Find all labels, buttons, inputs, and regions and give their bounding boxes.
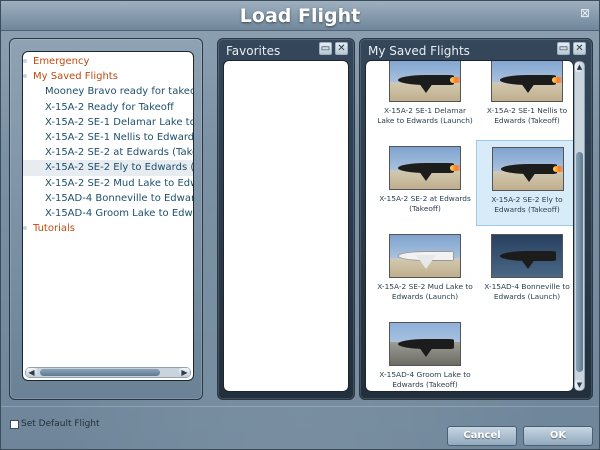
load-flight-dialog: Load Flight ⊠ Emergency My Saved Flights M… xyxy=(0,0,600,450)
flight-thumbnail-label: X-15A-2 SE-2 Ely to Edwards (Takeoff) xyxy=(491,195,563,214)
bullet-icon xyxy=(23,74,27,79)
tree-item[interactable]: X-15AD-4 Bonneville to Edwards (Launc xyxy=(23,191,194,206)
flight-thumbnail-label: X-15A-2 SE-2 at Edwards (Takeoff) xyxy=(379,194,471,213)
tree-category[interactable]: Emergency xyxy=(23,54,193,69)
favorites-panel: Favorites ▭ ✕ xyxy=(217,38,355,400)
tree-item-label: X-15A-2 SE-2 Mud Lake to Edwards (Lau xyxy=(45,177,193,189)
scroll-right-icon[interactable]: ▶ xyxy=(179,368,190,377)
saved-restore-icon[interactable]: ▭ xyxy=(557,42,570,55)
close-icon[interactable]: ⊠ xyxy=(579,7,591,19)
tree-item-label: X-15A-2 SE-1 Delamar Lake to Edwards xyxy=(45,116,193,128)
tree-category[interactable]: My Saved Flights xyxy=(23,69,193,84)
tree-item-label: X-15A-2 SE-2 at Edwards (Takeoff) xyxy=(45,147,193,159)
tree-item-label: Emergency xyxy=(33,56,90,67)
saved-close-icon[interactable]: ✕ xyxy=(573,42,586,55)
tree-item-label: X-15A-2 SE-1 Nellis to Edwards (Takeo xyxy=(45,131,194,143)
flight-thumbnail[interactable]: X-15AD-4 Bonneville to Edwards (Launch) xyxy=(476,228,573,314)
tree-item-label: Tutorials xyxy=(33,223,75,235)
saved-flights-header: My Saved Flights xyxy=(368,44,470,58)
tree-item-label: X-15AD-4 Bonneville to Edwards (Launc xyxy=(45,192,194,204)
tree-item-label: X-15A-2 Ready for Takeoff xyxy=(45,101,174,113)
tree-item[interactable]: X-15A-2 SE-2 Mud Lake to Edwards (Lau xyxy=(23,176,193,191)
favorites-list xyxy=(223,60,349,392)
aircraft-image-icon xyxy=(491,234,563,278)
flight-thumbnail-label: X-15A-2 SE-1 Nellis to Edwards (Takeoff) xyxy=(486,106,568,125)
aircraft-image-icon xyxy=(492,147,564,191)
favorites-restore-icon[interactable]: ▭ xyxy=(319,42,332,55)
scroll-up-icon[interactable]: ▲ xyxy=(575,62,584,72)
tree-list: Emergency My Saved Flights Mooney Bravo re… xyxy=(23,54,194,236)
tree-item[interactable]: X-15AD-4 Groom Lake to Edwards (Take xyxy=(23,206,193,221)
tree-item[interactable]: X-15A-2 SE-1 Delamar Lake to Edwards xyxy=(23,115,193,130)
title-bar: Load Flight ⊠ xyxy=(1,1,599,31)
ok-button[interactable]: OK xyxy=(523,426,593,446)
flight-thumbnail-label: X-15A-2 SE-1 Delamar Lake to Edwards (La… xyxy=(377,106,473,125)
flight-thumbnail[interactable]: X-15A-2 SE-1 Nellis to Edwards (Takeoff) xyxy=(476,61,573,138)
flight-thumbnail-label: X-15A-2 SE-2 Mud Lake to Edwards (Launch… xyxy=(377,282,473,301)
flight-thumbnail[interactable]: X-15A-2 SE-2 Mud Lake to Edwards (Launch… xyxy=(374,228,476,314)
tree-item[interactable]: X-15A-2 Ready for Takeoff xyxy=(23,100,193,115)
cancel-button[interactable]: Cancel xyxy=(447,426,517,446)
default-flight-label: Set Default Flight xyxy=(21,419,100,429)
scroll-thumb[interactable] xyxy=(40,369,160,376)
vertical-scrollbar[interactable]: ▲ ▼ xyxy=(574,61,585,391)
flight-category-panel: Emergency My Saved Flights Mooney Bravo re… xyxy=(9,38,203,400)
aircraft-image-icon xyxy=(389,61,461,102)
tree-item-label: Mooney Bravo ready for takeoff xyxy=(45,86,194,98)
tree-item[interactable]: X-15A-2 SE-1 Nellis to Edwards (Takeo xyxy=(23,130,194,145)
bullet-icon xyxy=(23,226,27,231)
aircraft-image-icon xyxy=(389,322,461,366)
aircraft-image-icon xyxy=(389,146,461,190)
horizontal-scrollbar[interactable]: ◀ ▶ xyxy=(25,367,191,378)
scroll-thumb[interactable] xyxy=(576,152,583,372)
divider xyxy=(1,406,599,407)
flight-tree: Emergency My Saved Flights Mooney Bravo re… xyxy=(22,51,194,381)
bullet-icon xyxy=(23,59,27,63)
tree-item-label: My Saved Flights xyxy=(33,71,118,83)
tree-item[interactable]: X-15A-2 SE-2 Ely to Edwards (Takeoff) xyxy=(23,160,194,176)
flight-thumbnail[interactable]: X-15A-2 SE-1 Delamar Lake to Edwards (La… xyxy=(374,61,476,138)
flight-thumbnail[interactable]: X-15A-2 SE-2 Ely to Edwards (Takeoff) xyxy=(476,140,573,226)
dialog-title: Load Flight xyxy=(239,5,361,27)
saved-flights-grid: X-15A-2 SE-1 Delamar Lake to Edwards (La… xyxy=(365,60,574,392)
aircraft-image-icon xyxy=(491,61,563,102)
scroll-left-icon[interactable]: ◀ xyxy=(26,368,37,377)
tree-item-label: X-15AD-4 Groom Lake to Edwards (Take xyxy=(45,207,193,219)
favorites-close-icon[interactable]: ✕ xyxy=(335,42,348,55)
tree-category[interactable]: Tutorials xyxy=(23,221,193,236)
flight-thumbnail[interactable]: X-15AD-4 Groom Lake to Edwards (Takeoff) xyxy=(374,316,476,391)
tree-item[interactable]: Mooney Bravo ready for takeoff xyxy=(23,84,194,99)
saved-flights-panel: My Saved Flights ▭ ✕ X-15A-2 SE-1 Delama… xyxy=(359,38,593,400)
tree-item[interactable]: X-15A-2 SE-2 at Edwards (Takeoff) xyxy=(23,145,193,160)
flight-thumbnail[interactable]: X-15A-2 SE-2 at Edwards (Takeoff) xyxy=(374,140,476,226)
flight-thumbnail-label: X-15AD-4 Groom Lake to Edwards (Takeoff) xyxy=(379,370,471,389)
flight-thumbnail-label: X-15AD-4 Bonneville to Edwards (Launch) xyxy=(484,282,570,301)
aircraft-image-icon xyxy=(389,234,461,278)
default-flight-checkbox[interactable] xyxy=(10,420,19,429)
scroll-down-icon[interactable]: ▼ xyxy=(575,380,584,390)
tree-item-label: X-15A-2 SE-2 Ely to Edwards (Takeoff) xyxy=(45,162,194,174)
